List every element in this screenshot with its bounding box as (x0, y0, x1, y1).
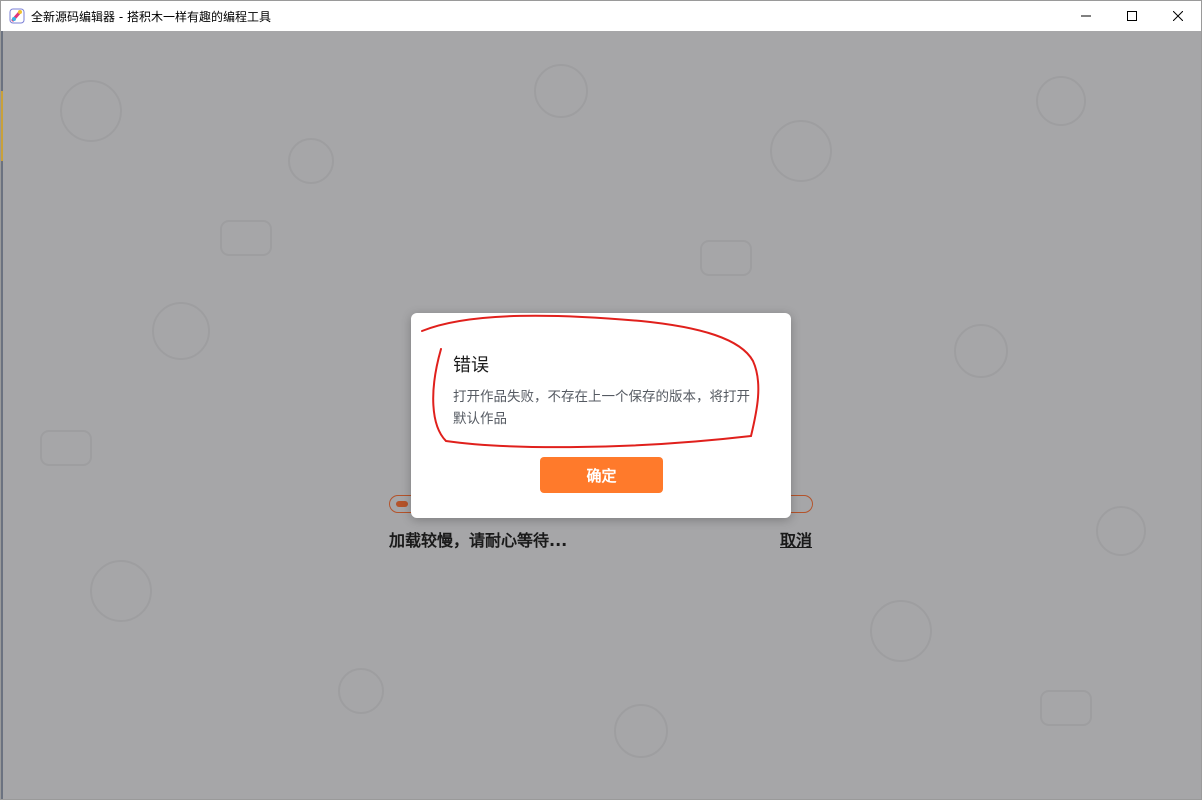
window-controls (1063, 1, 1201, 31)
confirm-button[interactable]: 确定 (540, 457, 663, 493)
error-dialog: 错误 打开作品失败，不存在上一个保存的版本，将打开默认作品 确定 (411, 313, 791, 518)
window-left-accent (1, 91, 3, 161)
title-bar: 全新源码编辑器 - 搭积木一样有趣的编程工具 (1, 1, 1201, 31)
maximize-icon (1127, 11, 1137, 21)
close-icon (1173, 11, 1183, 21)
close-button[interactable] (1155, 1, 1201, 31)
minimize-icon (1081, 15, 1091, 17)
dialog-message: 打开作品失败，不存在上一个保存的版本，将打开默认作品 (453, 389, 750, 427)
maximize-button[interactable] (1109, 1, 1155, 31)
dialog-title: 错误 (453, 355, 489, 376)
loading-message: 加载较慢，请耐心等待... (389, 531, 568, 550)
client-area: 加载较慢，请耐心等待... 取消 错误 打开作品失败，不存在上一个保存的版本，将… (1, 31, 1201, 799)
cancel-loading-link[interactable]: 取消 (780, 527, 812, 551)
loading-progress-fill (396, 501, 409, 507)
app-window: 全新源码编辑器 - 搭积木一样有趣的编程工具 加载较慢，请耐心等待... 取消 … (0, 0, 1202, 800)
minimize-button[interactable] (1063, 1, 1109, 31)
window-title: 全新源码编辑器 - 搭积木一样有趣的编程工具 (31, 9, 271, 24)
code-editor-app-icon (9, 8, 25, 24)
